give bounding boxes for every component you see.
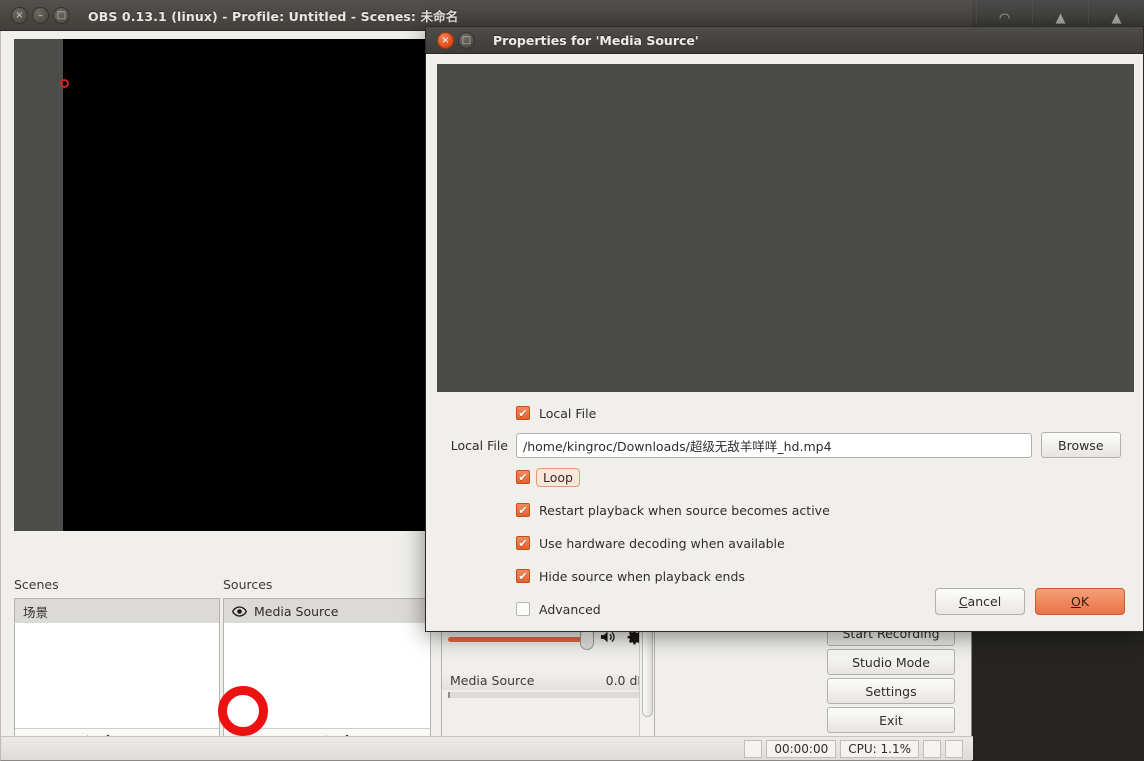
local-file-field-label: Local File — [426, 438, 516, 453]
dialog-button-row: Cancel OK — [935, 588, 1125, 615]
advanced-label: Advanced — [539, 602, 601, 617]
obs-window-title: OBS 0.13.1 (linux) - Profile: Untitled -… — [88, 6, 458, 25]
settings-button[interactable]: Settings — [827, 678, 955, 704]
maximize-icon[interactable]: □ — [53, 7, 70, 24]
screen: ◠ ▲ ▲ × – □ OBS 0.13.1 (linux) - Profile… — [0, 0, 1144, 761]
ok-button[interactable]: OK — [1035, 588, 1125, 615]
volume-meter — [448, 692, 648, 698]
local-file-checkbox-row: Local File — [426, 399, 1143, 427]
mixer-channel-header: Media Source 0.0 dB — [442, 671, 654, 690]
hardware-decoding-checkbox[interactable] — [516, 536, 530, 550]
sound-icon[interactable]: ◠ — [976, 0, 1032, 26]
advanced-checkbox[interactable] — [516, 602, 530, 616]
loop-checkbox-label: Loop — [536, 468, 580, 487]
studio-mode-button[interactable]: Studio Mode — [827, 649, 955, 675]
cpu-usage: CPU: 1.1% — [840, 740, 919, 758]
restart-playback-label: Restart playback when source becomes act… — [539, 503, 830, 518]
panel-indicator-area: ◠ ▲ ▲ — [976, 0, 1144, 26]
exit-button[interactable]: Exit — [827, 707, 955, 733]
status-indicator-2 — [923, 740, 941, 758]
list-item[interactable]: 场景 — [15, 599, 219, 623]
hardware-decoding-label: Use hardware decoding when available — [539, 536, 785, 551]
restart-playback-row: Restart playback when source becomes act… — [426, 496, 1143, 524]
ok-rest: K — [1081, 594, 1089, 609]
cancel-rest: ancel — [968, 594, 1002, 609]
list-item[interactable]: Media Source — [224, 599, 430, 623]
close-icon[interactable]: × — [11, 7, 28, 24]
loop-checkbox[interactable] — [516, 470, 530, 484]
volume-track[interactable] — [448, 637, 588, 642]
dialog-title: Properties for 'Media Source' — [493, 33, 699, 48]
obs-window-buttons: × – □ — [11, 7, 70, 24]
sources-dock-label: Sources — [223, 577, 272, 592]
cancel-accel: C — [959, 594, 968, 609]
mixer-channel-name: Media Source — [450, 673, 534, 688]
ok-accel: O — [1071, 594, 1081, 609]
close-icon[interactable]: × — [437, 32, 454, 49]
eye-icon[interactable] — [232, 604, 247, 619]
scenes-list[interactable]: 场景 + − ⌃ ⌄ — [14, 598, 220, 758]
volume-knob[interactable] — [580, 630, 594, 650]
dialog-titlebar[interactable]: × □ Properties for 'Media Source' — [426, 27, 1143, 54]
local-file-input[interactable]: /home/kingroc/Downloads/超级无敌羊咩咩_hd.mp4 — [516, 433, 1032, 458]
scene-name: 场景 — [23, 602, 48, 621]
local-file-checkbox-label: Local File — [539, 406, 596, 421]
scenes-dock-label: Scenes — [14, 577, 59, 592]
cancel-button[interactable]: Cancel — [935, 588, 1025, 615]
maximize-icon[interactable]: □ — [458, 32, 475, 49]
hide-source-label: Hide source when playback ends — [539, 569, 745, 584]
status-bar: 00:00:00 CPU: 1.1% — [1, 736, 973, 760]
recording-timer: 00:00:00 — [766, 740, 836, 758]
hardware-decoding-row: Use hardware decoding when available — [426, 529, 1143, 557]
loop-checkbox-row: Loop — [426, 463, 1143, 491]
hide-source-row: Hide source when playback ends — [426, 562, 1143, 590]
hide-source-checkbox[interactable] — [516, 569, 530, 583]
source-transform-handle[interactable] — [60, 79, 69, 88]
status-indicator-3 — [945, 740, 963, 758]
network-icon[interactable]: ▲ — [1032, 0, 1088, 26]
properties-dialog: × □ Properties for 'Media Source' Local … — [425, 26, 1144, 632]
local-file-path-row: Local File /home/kingroc/Downloads/超级无敌羊… — [426, 431, 1143, 459]
highlight-annotation-add-source — [218, 686, 268, 736]
status-indicator-1 — [744, 740, 762, 758]
source-name: Media Source — [254, 604, 338, 619]
battery-icon[interactable]: ▲ — [1088, 0, 1144, 26]
browse-button[interactable]: Browse — [1041, 432, 1121, 458]
speaker-icon[interactable] — [600, 630, 617, 648]
local-file-checkbox[interactable] — [516, 406, 530, 420]
dialog-source-preview — [437, 64, 1134, 392]
sources-list[interactable]: Media Source + − ⌃ ⌄ — [223, 598, 431, 758]
restart-playback-checkbox[interactable] — [516, 503, 530, 517]
minimize-icon[interactable]: – — [32, 7, 49, 24]
